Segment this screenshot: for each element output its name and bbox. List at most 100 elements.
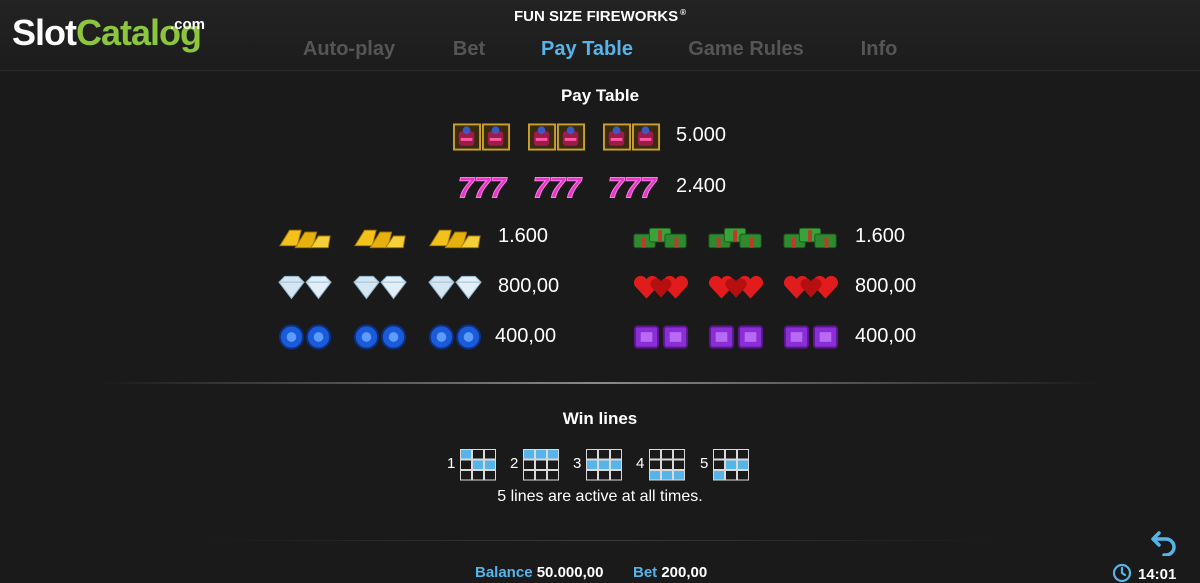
payout-firecracker: 5.000 <box>676 124 727 146</box>
cash-stacks-icon <box>707 222 765 252</box>
pink-sevens-icon <box>528 172 586 202</box>
win-line-cell <box>725 470 737 481</box>
win-line-cell-active <box>737 459 749 470</box>
win-line-cell <box>460 470 472 481</box>
clock-icon <box>1112 563 1132 583</box>
win-line-cell <box>610 470 622 481</box>
payout-purple-gems: 400,00 <box>855 325 917 347</box>
blue-gems-icon <box>276 322 334 352</box>
payout-diamonds: 800,00 <box>498 275 560 297</box>
win-line-cell <box>673 459 685 470</box>
top-bar: SlotCatalog .com FUN SIZE FIREWORKS ® Aut… <box>0 0 1200 71</box>
win-line-cell <box>586 449 598 460</box>
win-line-cell <box>725 449 737 460</box>
gold-bars-icon <box>351 222 409 252</box>
win-line-cell-active <box>523 449 535 460</box>
bet-label: Bet <box>633 564 658 581</box>
win-line-1-diagram <box>460 449 496 481</box>
purple-gems-icon <box>707 322 765 352</box>
diamonds-icon <box>276 272 334 302</box>
win-line-cell-active <box>725 459 737 470</box>
win-line-cell-active <box>713 470 725 481</box>
win-line-cell <box>535 470 547 481</box>
tab-auto-play[interactable]: Auto-play <box>303 38 395 61</box>
game-title-text: FUN SIZE FIREWORKS <box>513 8 679 25</box>
purple-gems-icon <box>782 322 840 352</box>
firecracker-icon <box>603 122 661 152</box>
win-line-cell <box>649 459 661 470</box>
tab-info[interactable]: Info <box>861 38 898 61</box>
win-line-cell <box>586 470 598 481</box>
red-hearts-icon <box>782 272 840 302</box>
tab-game-rules[interactable]: Game Rules <box>688 38 804 61</box>
clock-time: 14:01 <box>1138 566 1177 583</box>
win-line-number: 5 <box>700 455 709 472</box>
win-line-cell <box>460 459 472 470</box>
win-line-cell-active <box>535 449 547 460</box>
win-line-number: 4 <box>636 455 645 472</box>
win-line-cell-active <box>460 449 472 460</box>
win-line-5-diagram <box>713 449 749 481</box>
win-line-2-diagram <box>523 449 559 481</box>
win-line-4-diagram <box>649 449 685 481</box>
win-line-cell <box>472 470 484 481</box>
win-line-cell <box>610 449 622 460</box>
win-lines-note: 5 lines are active at all times. <box>497 488 703 505</box>
tab-pay-table[interactable]: Pay Table <box>541 38 633 61</box>
win-line-cell-active <box>661 470 673 481</box>
win-line-cell <box>523 470 535 481</box>
win-line-cell <box>737 449 749 460</box>
win-line-cell-active <box>649 470 661 481</box>
win-line-cell-active <box>484 459 496 470</box>
blue-gems-icon <box>351 322 409 352</box>
balance-display: Balance 50.000,00 <box>475 564 603 581</box>
payout-blue-gems: 400,00 <box>495 325 557 347</box>
win-line-cell <box>523 459 535 470</box>
cash-stacks-icon <box>632 222 690 252</box>
win-line-cell <box>649 449 661 460</box>
bet-display: Bet 200,00 <box>633 564 707 581</box>
tab-bar: Auto-play Bet Pay Table Game Rules Info <box>0 38 1200 68</box>
win-line-number: 1 <box>447 455 456 472</box>
win-line-number: 3 <box>573 455 582 472</box>
win-line-cell <box>547 470 559 481</box>
win-line-cell <box>737 470 749 481</box>
blue-gems-icon <box>426 322 484 352</box>
gold-bars-icon <box>426 222 484 252</box>
win-line-cell-active <box>472 459 484 470</box>
tab-bet[interactable]: Bet <box>453 38 485 61</box>
win-line-cell-active <box>610 459 622 470</box>
balance-value: 50.000,00 <box>536 564 604 581</box>
win-line-cell <box>673 449 685 460</box>
win-line-cell <box>713 449 725 460</box>
win-line-cell <box>484 449 496 460</box>
win-line-number: 2 <box>510 455 519 472</box>
gold-bars-icon <box>276 222 334 252</box>
back-arrow-icon[interactable] <box>1150 530 1178 556</box>
win-line-cell <box>713 459 725 470</box>
payout-cash-stacks: 1.600 <box>855 225 906 247</box>
balance-label: Balance <box>475 564 533 581</box>
win-line-cell <box>484 470 496 481</box>
diamonds-icon <box>426 272 484 302</box>
win-line-cell <box>598 449 610 460</box>
section-divider <box>100 382 1100 384</box>
pay-table-title: Pay Table <box>560 86 640 105</box>
win-line-cell-active <box>598 459 610 470</box>
firecracker-icon <box>528 122 586 152</box>
bottom-divider <box>200 540 1000 541</box>
win-lines-title: Win lines <box>562 409 638 428</box>
payout-pink-sevens: 2.400 <box>676 175 727 197</box>
firecracker-icon <box>453 122 511 152</box>
payout-gold-bars: 1.600 <box>498 225 549 247</box>
pink-sevens-icon <box>603 172 661 202</box>
win-line-3-diagram <box>586 449 622 481</box>
payout-red-hearts: 800,00 <box>855 275 917 297</box>
diamonds-icon <box>351 272 409 302</box>
win-line-cell <box>472 449 484 460</box>
bet-value: 200,00 <box>661 564 708 581</box>
pink-sevens-icon <box>453 172 511 202</box>
win-line-cell <box>535 459 547 470</box>
win-line-cell-active <box>547 449 559 460</box>
win-line-cell-active <box>586 459 598 470</box>
